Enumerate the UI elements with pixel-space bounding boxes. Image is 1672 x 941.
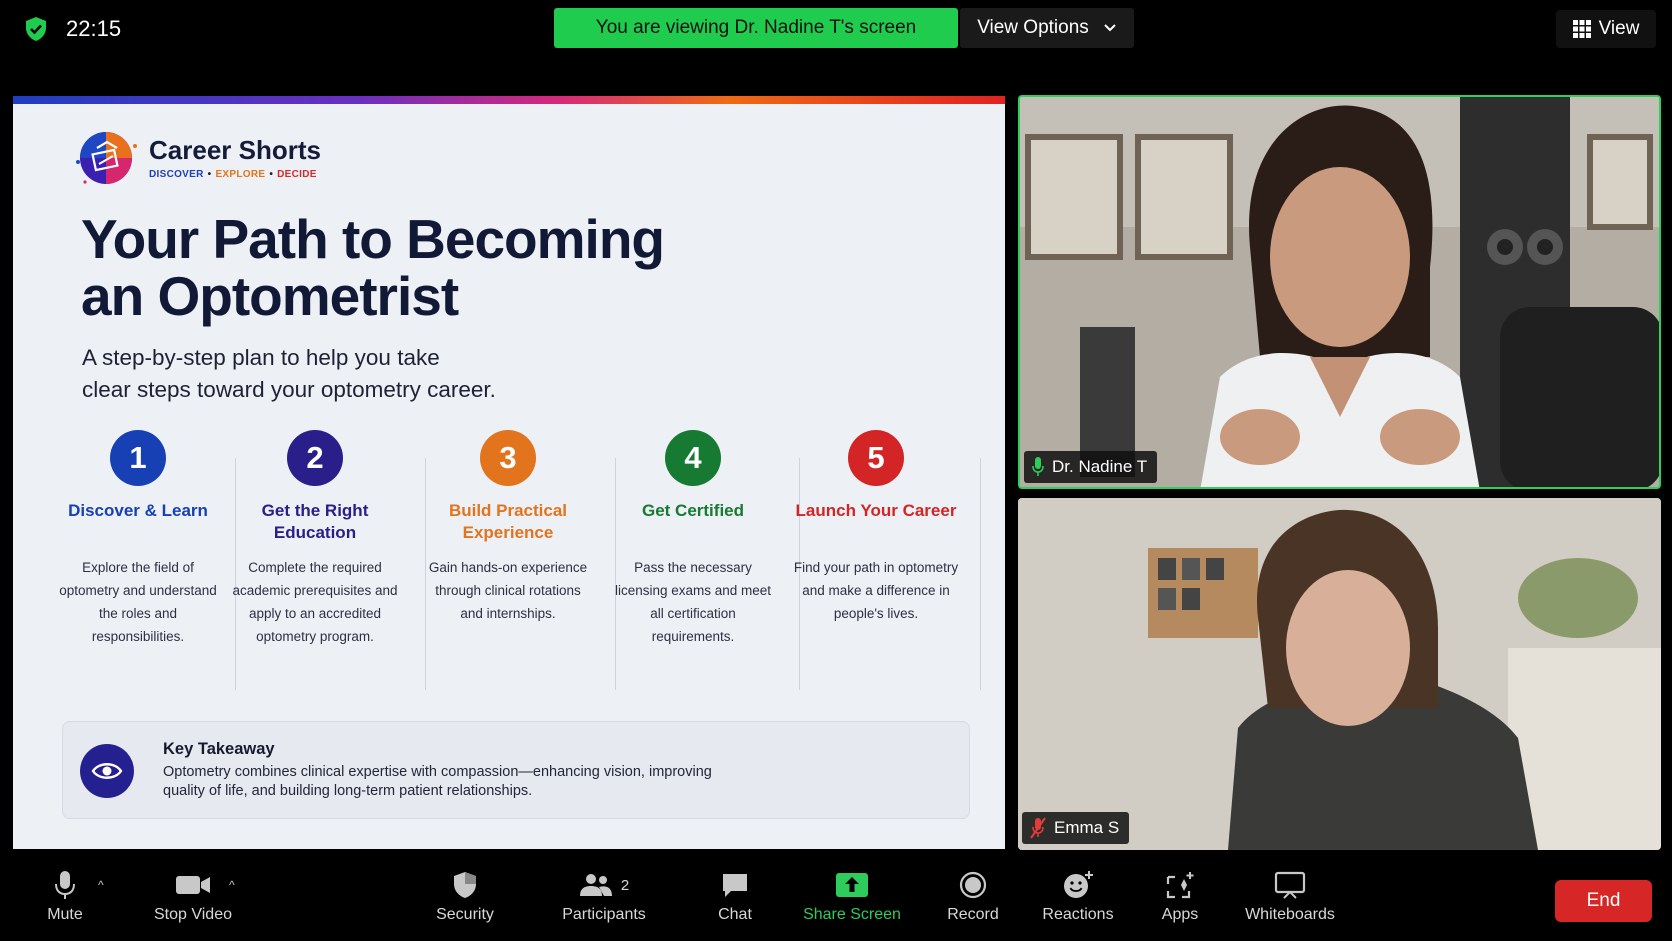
step-card: 1 Discover & Learn Explore the field of … (53, 430, 223, 648)
key-takeaway-box: Key Takeaway Optometry combines clinical… (62, 721, 970, 819)
mute-label: Mute (47, 906, 83, 923)
record-icon (959, 871, 987, 899)
chevron-down-icon (1104, 24, 1116, 32)
video-tile-dr-nadine[interactable]: Dr. Nadine T (1018, 95, 1661, 489)
step-card: 5 Launch Your Career Find your path in o… (791, 430, 961, 625)
whiteboards-label: Whiteboards (1245, 906, 1335, 923)
slide-title-line-1: Your Path to Becoming (81, 208, 665, 270)
step-divider (980, 458, 981, 690)
step-title: Discover & Learn (68, 501, 208, 520)
reactions-label: Reactions (1042, 906, 1114, 923)
tagline-explore: EXPLORE (215, 168, 266, 180)
audio-options-caret-icon[interactable]: ^ (98, 878, 104, 892)
microphone-icon (55, 871, 75, 899)
takeaway-title: Key Takeaway (163, 740, 275, 758)
stop-video-button[interactable]: Stop Video (148, 856, 238, 941)
step-number-badge: 5 (848, 430, 904, 486)
tagline-discover: DISCOVER (149, 168, 204, 180)
step-card: 4 Get Certified Pass the necessary licen… (608, 430, 778, 648)
participants-count: 2 (620, 876, 630, 894)
brand-header: Career Shorts DISCOVER • EXPLORE • DECIDE (73, 126, 321, 190)
participants-button[interactable]: 2 Participants (558, 856, 650, 941)
participant-name: Dr. Nadine T (1052, 457, 1148, 476)
step-number-badge: 3 (480, 430, 536, 486)
step-card: 2 Get the Right Education Complete the r… (230, 430, 400, 648)
slide-subtitle-line-2: clear steps toward your optometry career… (82, 377, 496, 402)
microphone-on-icon (1032, 457, 1044, 476)
slide-title-line-2: an Optometrist (81, 265, 459, 327)
meeting-top-bar: 22:15 You are viewing Dr. Nadine T's scr… (0, 0, 1672, 58)
slide-subtitle: A step-by-step plan to help you take cle… (82, 342, 552, 406)
participant-name-tag: Emma S (1022, 812, 1130, 844)
step-title: Launch Your Career (795, 501, 957, 520)
participant-video-feed (1020, 97, 1659, 487)
microphone-muted-icon (1030, 817, 1046, 839)
security-button[interactable]: Security (430, 856, 500, 941)
grid-icon (1572, 20, 1591, 38)
slide-title: Your Path to Becoming an Optometrist (81, 211, 681, 325)
brand-tagline: DISCOVER • EXPLORE • DECIDE (149, 168, 317, 180)
eye-icon (80, 744, 134, 798)
share-screen-button[interactable]: Share Screen (800, 856, 904, 941)
takeaway-text: Optometry combines clinical expertise wi… (163, 764, 712, 799)
share-screen-label: Share Screen (803, 906, 901, 923)
step-card: 3 Build Practical Experience Gain hands-… (423, 430, 593, 625)
chat-bubble-icon (723, 874, 747, 897)
step-description: Complete the required academic prerequis… (232, 560, 398, 644)
view-layout-button[interactable]: View (1556, 10, 1656, 48)
step-number-badge: 4 (665, 430, 721, 486)
stop-video-label: Stop Video (154, 906, 232, 923)
tagline-decide: DECIDE (277, 168, 317, 180)
security-shield-icon (454, 872, 476, 898)
encryption-shield-icon[interactable] (24, 16, 48, 42)
step-description: Gain hands-on experience through clinica… (428, 560, 588, 621)
meeting-toolbar: Mute ^ Stop Video ^ Security 2 Participa… (0, 856, 1672, 941)
view-options-button[interactable]: View Options (960, 8, 1134, 48)
step-description: Pass the necessary licensing exams and m… (614, 560, 772, 644)
share-screen-arrow-icon (836, 873, 868, 897)
meeting-clock: 22:15 (66, 16, 122, 41)
participant-video-feed (1018, 498, 1661, 850)
whiteboard-icon (1274, 871, 1306, 899)
slide-subtitle-line-1: A step-by-step plan to help you take (82, 345, 440, 370)
participant-name-tag: Dr. Nadine T (1024, 451, 1158, 483)
end-meeting-button[interactable]: End (1555, 880, 1652, 922)
record-label: Record (947, 906, 999, 923)
reaction-smiley-icon (1064, 871, 1093, 898)
apps-label: Apps (1161, 906, 1199, 923)
slide-gradient-bar (13, 96, 1005, 104)
apps-icon (1166, 872, 1194, 899)
step-title: Get Certified (641, 501, 745, 520)
participants-label: Participants (562, 906, 646, 923)
step-title: Get the Right Education (261, 501, 369, 542)
participants-icon (579, 874, 612, 896)
video-camera-icon (176, 876, 210, 894)
reactions-button[interactable]: Reactions (1040, 856, 1116, 941)
view-label: View (1598, 18, 1640, 39)
step-description: Explore the field of optometry and under… (59, 560, 217, 644)
record-button[interactable]: Record (945, 856, 1001, 941)
shared-screen-slide: Career Shorts DISCOVER • EXPLORE • DECIDE Yo… (13, 96, 1005, 849)
video-options-caret-icon[interactable]: ^ (229, 878, 235, 892)
step-number-badge: 1 (110, 430, 166, 486)
chat-button[interactable]: Chat (710, 856, 760, 941)
security-label: Security (436, 906, 494, 923)
career-shorts-logo-icon (76, 132, 137, 184)
participant-name: Emma S (1054, 818, 1120, 837)
mute-button[interactable]: Mute (40, 856, 90, 941)
step-description: Find your path in optometry and make a d… (793, 560, 959, 621)
step-title: Build Practical Experience (448, 501, 568, 542)
step-number-badge: 2 (287, 430, 343, 486)
chat-label: Chat (718, 906, 752, 923)
apps-button[interactable]: Apps (1156, 856, 1204, 941)
whiteboards-button[interactable]: Whiteboards (1240, 856, 1340, 941)
video-tile-emma[interactable]: Emma S (1018, 498, 1661, 850)
view-options-label: View Options (977, 17, 1089, 38)
brand-name: Career Shorts (149, 134, 321, 165)
screen-share-banner: You are viewing Dr. Nadine T's screen (554, 8, 958, 48)
